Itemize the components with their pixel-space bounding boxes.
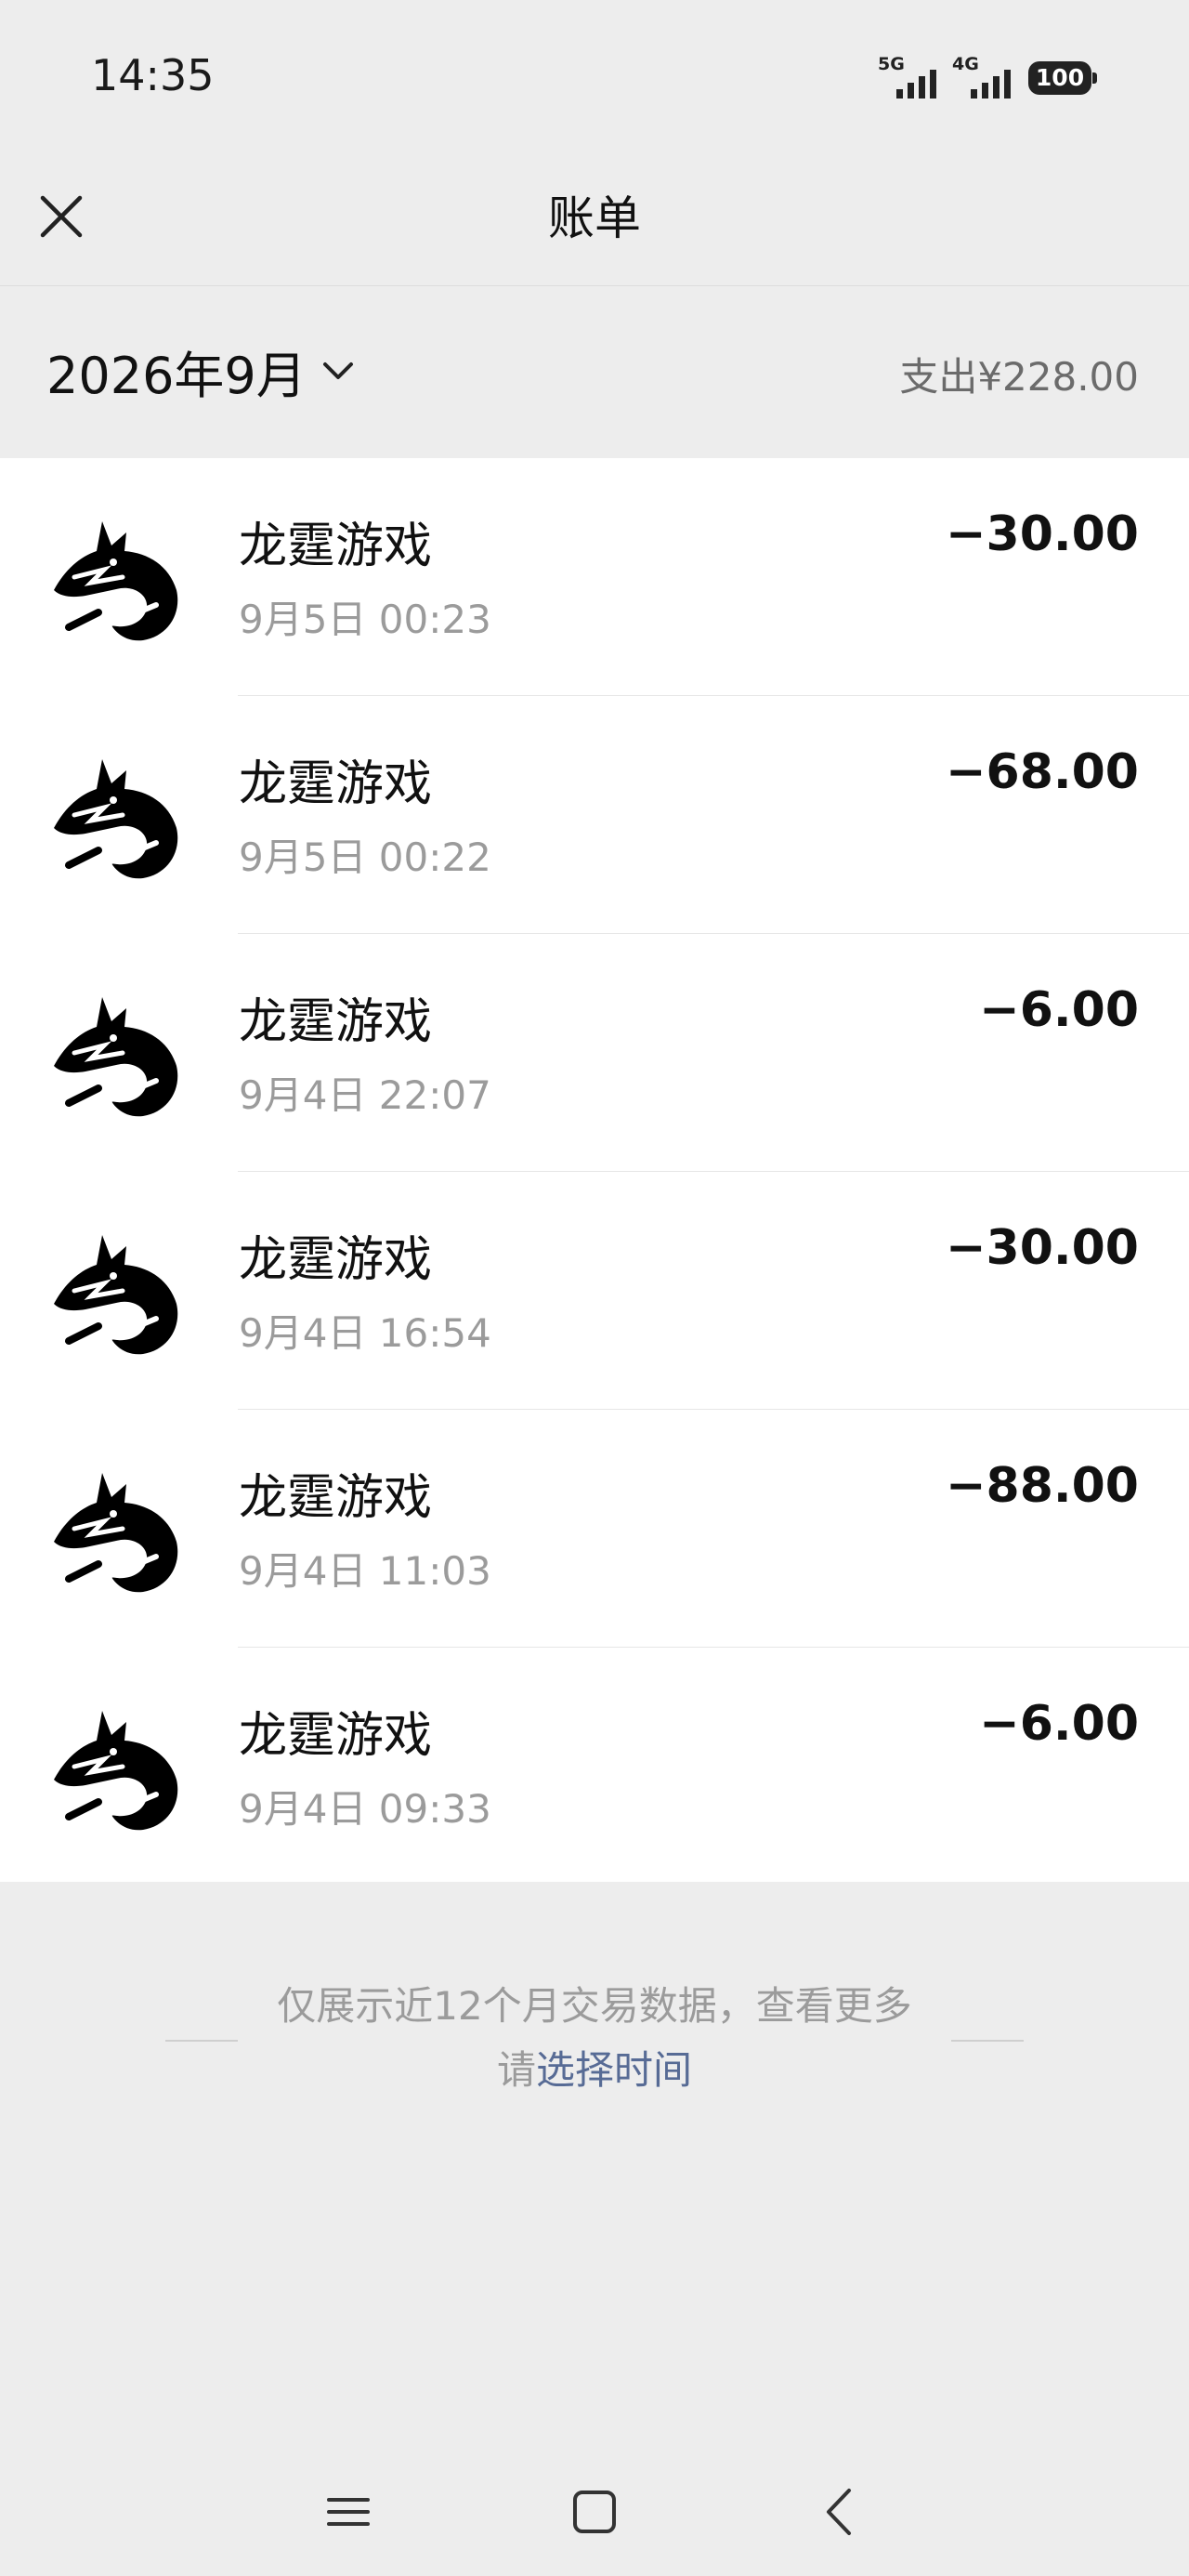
signal-icon [896, 67, 948, 99]
transaction-amount: −6.00 [979, 982, 1139, 1038]
transaction-date: 9月4日 09:33 [239, 1786, 491, 1832]
dragon-logo-icon [54, 997, 178, 1117]
select-time-line: 请选择时间 [0, 2039, 1189, 2096]
status-bar: 14:35 5G 4G 100 [0, 0, 1189, 153]
transaction-row[interactable]: 龙霆游戏 9月4日 22:07 −6.00 [0, 934, 1189, 1172]
page-title: 账单 [548, 191, 641, 245]
transaction-amount: −30.00 [945, 506, 1139, 562]
transaction-list: 龙霆游戏 9月5日 00:23 −30.00 龙霆游戏 9月5日 00:22 −… [0, 458, 1189, 1882]
home-button[interactable] [562, 2479, 627, 2544]
total-expense: 支出¥228.00 [899, 354, 1139, 400]
status-time: 14:35 [91, 50, 215, 100]
merchant-name: 龙霆游戏 [239, 1708, 433, 1764]
transaction-date: 9月4日 22:07 [239, 1072, 491, 1118]
note-dash-left [165, 2040, 238, 2042]
system-icons: 5G 4G 100 [878, 54, 1101, 100]
home-square-icon [573, 2491, 616, 2533]
transaction-row[interactable]: 龙霆游戏 9月4日 09:33 −6.00 [0, 1648, 1189, 1886]
nav-header: 账单 [0, 153, 1189, 286]
signal-icon [971, 67, 1023, 99]
back-button[interactable] [808, 2479, 873, 2544]
transaction-date: 9月5日 00:23 [239, 597, 491, 642]
month-selector[interactable]: 2026年9月 [46, 329, 357, 413]
merchant-name: 龙霆游戏 [239, 519, 433, 574]
merchant-name: 龙霆游戏 [239, 994, 433, 1050]
select-time-prefix: 请 [496, 2047, 536, 2093]
dragon-logo-icon [54, 521, 178, 641]
footer-note: 仅展示近12个月交易数据，查看更多 请选择时间 [0, 1975, 1189, 2096]
merchant-name: 龙霆游戏 [239, 756, 433, 812]
merchant-name: 龙霆游戏 [239, 1470, 433, 1526]
transaction-amount: −30.00 [945, 1220, 1139, 1276]
month-summary-bar: 2026年9月 支出¥228.00 [0, 286, 1189, 458]
transaction-row[interactable]: 龙霆游戏 9月4日 11:03 −88.00 [0, 1410, 1189, 1648]
transaction-amount: −6.00 [979, 1696, 1139, 1752]
battery-tip [1092, 72, 1097, 84]
dragon-logo-icon [54, 1711, 178, 1831]
transaction-row[interactable]: 龙霆游戏 9月5日 00:22 −68.00 [0, 696, 1189, 934]
note-dash-right [951, 2040, 1024, 2042]
transaction-date: 9月5日 00:22 [239, 835, 491, 880]
month-label: 2026年9月 [46, 346, 307, 405]
transaction-amount: −88.00 [945, 1458, 1139, 1514]
select-time-link[interactable]: 选择时间 [536, 2047, 692, 2093]
transaction-date: 9月4日 16:54 [239, 1310, 491, 1356]
transaction-row[interactable]: 龙霆游戏 9月4日 16:54 −30.00 [0, 1172, 1189, 1410]
merchant-name: 龙霆游戏 [239, 1232, 433, 1288]
menu-button[interactable] [316, 2479, 381, 2544]
system-nav-bar [0, 2444, 1189, 2576]
dragon-logo-icon [54, 1473, 178, 1593]
back-chevron-icon [827, 2489, 851, 2535]
chevron-down-icon [322, 362, 353, 379]
battery-icon: 100 [1028, 61, 1091, 95]
dragon-logo-icon [54, 1235, 178, 1355]
dragon-logo-icon [54, 759, 178, 879]
transaction-date: 9月4日 11:03 [239, 1548, 491, 1594]
history-note: 仅展示近12个月交易数据，查看更多 [277, 1983, 912, 2029]
menu-icon [327, 2498, 370, 2526]
transaction-amount: −68.00 [945, 744, 1139, 800]
transaction-row[interactable]: 龙霆游戏 9月5日 00:23 −30.00 [0, 458, 1189, 696]
